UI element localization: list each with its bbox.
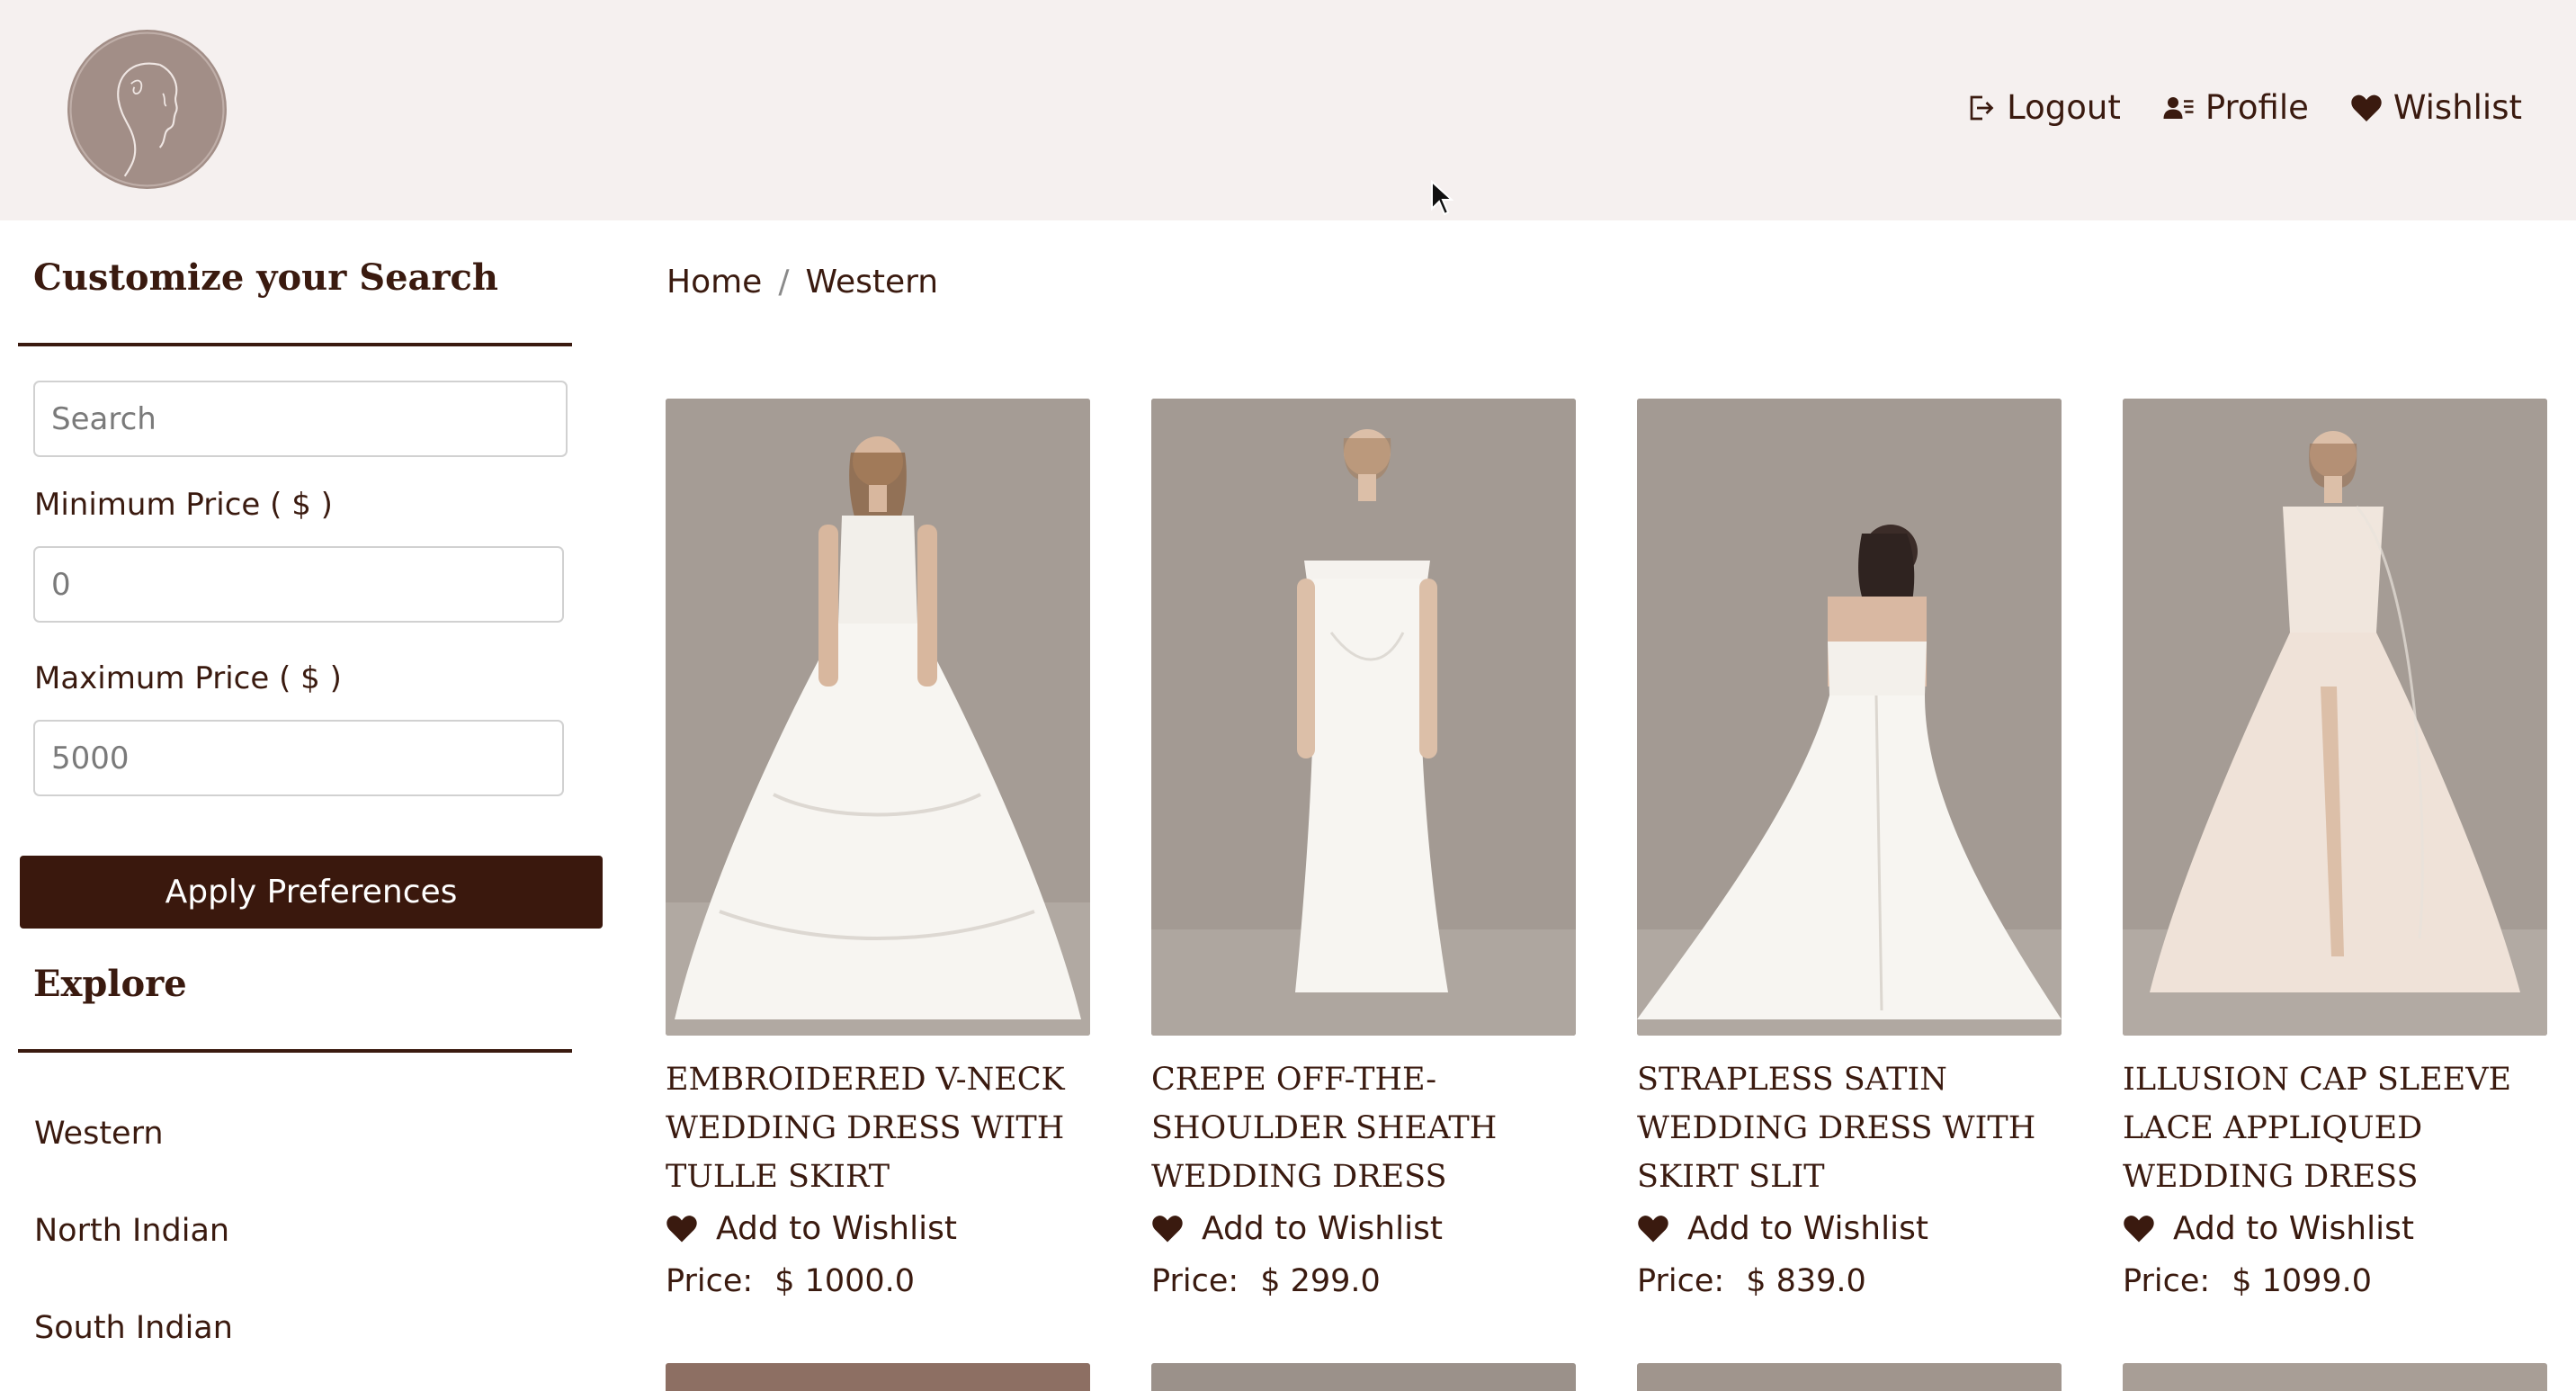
- product-card: STRAPLESS SATIN WEDDING DRESS WITH SKIRT…: [1637, 399, 2062, 1299]
- dress-photo: [666, 399, 1090, 1036]
- search-input[interactable]: [33, 381, 568, 457]
- product-image[interactable]: [666, 399, 1090, 1036]
- wishlist-label: Wishlist: [2393, 88, 2522, 127]
- product-image[interactable]: [1151, 1363, 1576, 1391]
- product-price: Price: $ 1000.0: [666, 1263, 1090, 1299]
- product-grid: EMBROIDERED V-NECK WEDDING DRESS WITH TU…: [666, 399, 2547, 1299]
- product-image[interactable]: [2123, 399, 2547, 1036]
- profile-icon: [2163, 96, 2194, 119]
- brand-logo[interactable]: [67, 30, 227, 189]
- add-to-wishlist-button[interactable]: Add to Wishlist: [2123, 1210, 2547, 1247]
- site-header: Logout Profile Wishlist: [0, 0, 2576, 220]
- add-to-wishlist-label: Add to Wishlist: [2173, 1210, 2414, 1247]
- breadcrumb-current: Western: [805, 264, 939, 301]
- breadcrumb: Home / Western: [666, 264, 938, 301]
- product-image[interactable]: [2123, 1363, 2547, 1391]
- price-value: $ 1099.0: [2232, 1263, 2373, 1299]
- product-price: Price: $ 839.0: [1637, 1263, 2062, 1299]
- product-title[interactable]: ILLUSION CAP SLEEVE LACE APPLIQUED WEDDI…: [2123, 1055, 2547, 1201]
- min-price-label: Minimum Price ( $ ): [34, 487, 333, 523]
- product-image[interactable]: [666, 1363, 1090, 1391]
- product-image[interactable]: [1637, 399, 2062, 1036]
- max-price-label: Maximum Price ( $ ): [34, 660, 342, 696]
- product-title[interactable]: EMBROIDERED V-NECK WEDDING DRESS WITH TU…: [666, 1055, 1090, 1201]
- heart-icon: [1638, 1216, 1668, 1243]
- add-to-wishlist-button[interactable]: Add to Wishlist: [1151, 1210, 1576, 1247]
- product-grid-row-2: [666, 1363, 2547, 1391]
- add-to-wishlist-label: Add to Wishlist: [1687, 1210, 1928, 1247]
- price-label: Price:: [2123, 1263, 2211, 1299]
- heading-divider: [18, 343, 572, 346]
- product-card: [2123, 1363, 2547, 1391]
- logout-link[interactable]: Logout: [1963, 88, 2121, 127]
- wishlist-link[interactable]: Wishlist: [2350, 88, 2522, 127]
- explore-heading: Explore: [33, 963, 187, 1005]
- dress-photo: [1151, 399, 1576, 1036]
- heart-icon: [2351, 94, 2382, 121]
- explore-link-north-indian[interactable]: North Indian: [34, 1213, 229, 1249]
- add-to-wishlist-button[interactable]: Add to Wishlist: [1637, 1210, 2062, 1247]
- product-card: ILLUSION CAP SLEEVE LACE APPLIQUED WEDDI…: [2123, 399, 2547, 1299]
- profile-link[interactable]: Profile: [2162, 88, 2309, 127]
- product-card: [666, 1363, 1090, 1391]
- customize-search-heading: Customize your Search: [33, 256, 498, 299]
- product-title[interactable]: STRAPLESS SATIN WEDDING DRESS WITH SKIRT…: [1637, 1055, 2062, 1201]
- explore-link-south-indian[interactable]: South Indian: [34, 1310, 233, 1346]
- product-price: Price: $ 1099.0: [2123, 1263, 2547, 1299]
- dress-photo: [1637, 399, 2062, 1036]
- explore-link-western[interactable]: Western: [34, 1116, 164, 1152]
- product-image[interactable]: [1151, 399, 1576, 1036]
- price-value: $ 839.0: [1746, 1263, 1866, 1299]
- top-nav: Logout Profile Wishlist: [1963, 88, 2522, 127]
- heart-icon: [1152, 1216, 1183, 1243]
- product-card: CREPE OFF-THE-SHOULDER SHEATH WEDDING DR…: [1151, 399, 1576, 1299]
- product-card: EMBROIDERED V-NECK WEDDING DRESS WITH TU…: [666, 399, 1090, 1299]
- heart-icon: [666, 1216, 697, 1243]
- breadcrumb-separator: /: [778, 264, 790, 301]
- product-card: [1637, 1363, 2062, 1391]
- dress-photo: [2123, 399, 2547, 1036]
- heart-icon: [2124, 1216, 2154, 1243]
- price-value: $ 299.0: [1260, 1263, 1381, 1299]
- price-label: Price:: [666, 1263, 754, 1299]
- profile-label: Profile: [2205, 88, 2309, 127]
- logout-label: Logout: [2007, 88, 2121, 127]
- price-label: Price:: [1151, 1263, 1239, 1299]
- bride-silhouette-icon: [69, 31, 225, 187]
- max-price-input[interactable]: [33, 720, 564, 796]
- add-to-wishlist-label: Add to Wishlist: [716, 1210, 957, 1247]
- breadcrumb-home[interactable]: Home: [666, 264, 762, 301]
- apply-preferences-button[interactable]: Apply Preferences: [20, 856, 603, 929]
- price-label: Price:: [1637, 1263, 1725, 1299]
- product-title[interactable]: CREPE OFF-THE-SHOULDER SHEATH WEDDING DR…: [1151, 1055, 1576, 1201]
- add-to-wishlist-button[interactable]: Add to Wishlist: [666, 1210, 1090, 1247]
- product-card: [1151, 1363, 1576, 1391]
- search-sidebar: Customize your Search Minimum Price ( $ …: [18, 220, 603, 1391]
- add-to-wishlist-label: Add to Wishlist: [1202, 1210, 1443, 1247]
- logout-icon: [1970, 95, 1994, 120]
- price-value: $ 1000.0: [774, 1263, 916, 1299]
- product-image[interactable]: [1637, 1363, 2062, 1391]
- min-price-input[interactable]: [33, 546, 564, 623]
- explore-divider: [18, 1049, 572, 1053]
- mouse-pointer-icon: [1431, 180, 1453, 216]
- product-price: Price: $ 299.0: [1151, 1263, 1576, 1299]
